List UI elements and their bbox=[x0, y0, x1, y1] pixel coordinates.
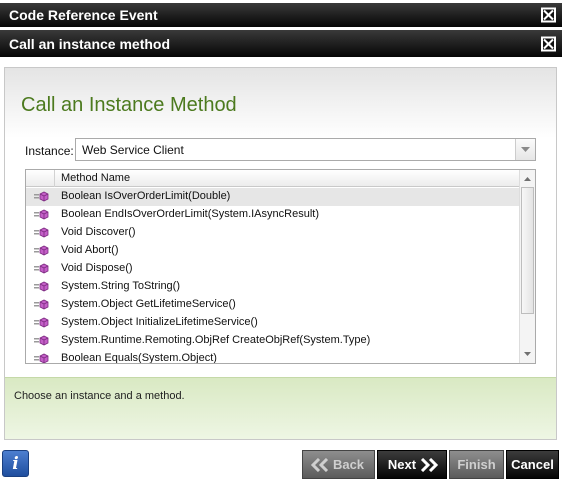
method-row[interactable]: System.Object GetLifetimeService() bbox=[26, 296, 520, 314]
scroll-up-button[interactable] bbox=[520, 171, 535, 187]
cancel-button[interactable]: Cancel bbox=[506, 450, 559, 479]
inner-close-button[interactable] bbox=[541, 36, 556, 51]
method-icon bbox=[34, 335, 50, 347]
column-header-method-name[interactable]: Method Name bbox=[61, 172, 130, 184]
wizard-panel: Call an Instance Method Instance: Web Se… bbox=[4, 67, 557, 440]
method-name: System.Object GetLifetimeService() bbox=[61, 298, 236, 310]
outer-title-bar: Code Reference Event bbox=[0, 3, 562, 27]
method-icon bbox=[34, 263, 50, 275]
double-chevron-left-icon bbox=[310, 457, 329, 472]
method-row[interactable]: System.Object InitializeLifetimeService(… bbox=[26, 314, 520, 332]
method-icon bbox=[34, 281, 50, 293]
double-chevron-right-icon bbox=[421, 457, 439, 472]
vertical-scrollbar[interactable] bbox=[519, 170, 535, 363]
method-rows: Boolean IsOverOrderLimit(Double) Boolean … bbox=[26, 188, 520, 364]
method-row[interactable]: Void Abort() bbox=[26, 242, 520, 260]
chevron-down-icon bbox=[521, 147, 530, 152]
method-name: System.String ToString() bbox=[61, 280, 181, 292]
method-name: Boolean Equals(System.Object) bbox=[61, 352, 217, 364]
back-button[interactable]: Back bbox=[302, 450, 375, 479]
method-icon bbox=[34, 317, 50, 329]
scroll-down-button[interactable] bbox=[520, 346, 535, 362]
method-name: Boolean IsOverOrderLimit(Double) bbox=[61, 190, 231, 202]
arrow-down-icon bbox=[524, 352, 531, 356]
next-button[interactable]: Next bbox=[377, 450, 447, 479]
method-list-header: Method Name bbox=[26, 170, 520, 187]
finish-button[interactable]: Finish bbox=[449, 450, 504, 479]
method-row[interactable]: System.String ToString() bbox=[26, 278, 520, 296]
wizard-footer: i Back Next Finish Cancel bbox=[0, 447, 562, 480]
instance-label: Instance: bbox=[25, 144, 74, 158]
method-icon bbox=[34, 353, 50, 363]
info-icon: i bbox=[12, 454, 19, 474]
method-row[interactable]: Void Dispose() bbox=[26, 260, 520, 278]
outer-close-button[interactable] bbox=[541, 7, 556, 23]
method-icon bbox=[34, 191, 50, 203]
method-name: Void Discover() bbox=[61, 226, 136, 238]
arrow-up-icon bbox=[524, 177, 531, 181]
method-list[interactable]: Method Name Boolean IsOverOrderLimit(Dou… bbox=[25, 169, 536, 364]
cancel-label: Cancel bbox=[511, 457, 554, 472]
info-button[interactable]: i bbox=[2, 450, 29, 477]
method-icon bbox=[34, 245, 50, 257]
inner-title-bar: Call an instance method bbox=[0, 30, 562, 57]
page-title: Call an Instance Method bbox=[21, 94, 237, 116]
scrollbar-thumb[interactable] bbox=[521, 187, 534, 314]
outer-window-title: Code Reference Event bbox=[9, 7, 158, 23]
inner-window-title: Call an instance method bbox=[9, 35, 171, 52]
method-row[interactable]: System.Runtime.Remoting.ObjRef CreateObj… bbox=[26, 332, 520, 350]
back-label: Back bbox=[332, 457, 365, 472]
method-name: Void Abort() bbox=[61, 244, 119, 256]
header-separator bbox=[54, 170, 55, 187]
hint-text: Choose an instance and a method. bbox=[14, 390, 185, 402]
method-name: System.Object InitializeLifetimeService(… bbox=[61, 316, 258, 328]
method-row[interactable]: Boolean Equals(System.Object) bbox=[26, 350, 520, 364]
method-name: Boolean EndIsOverOrderLimit(System.IAsyn… bbox=[61, 208, 319, 220]
method-name: System.Runtime.Remoting.ObjRef CreateObj… bbox=[61, 334, 371, 346]
hint-panel: Choose an instance and a method. bbox=[5, 377, 556, 439]
finish-label: Finish bbox=[457, 457, 496, 472]
close-icon bbox=[543, 38, 554, 49]
method-row[interactable]: Boolean EndIsOverOrderLimit(System.IAsyn… bbox=[26, 206, 520, 224]
method-name: Void Dispose() bbox=[61, 262, 133, 274]
instance-value: Web Service Client bbox=[82, 143, 184, 157]
method-row[interactable]: Void Discover() bbox=[26, 224, 520, 242]
method-row[interactable]: Boolean IsOverOrderLimit(Double) bbox=[26, 188, 520, 206]
method-icon bbox=[34, 209, 50, 221]
dropdown-button[interactable] bbox=[515, 139, 535, 160]
instance-select[interactable]: Web Service Client bbox=[75, 138, 536, 161]
method-icon bbox=[34, 227, 50, 239]
method-icon bbox=[34, 299, 50, 311]
next-label: Next bbox=[387, 457, 417, 472]
close-icon bbox=[543, 9, 554, 21]
